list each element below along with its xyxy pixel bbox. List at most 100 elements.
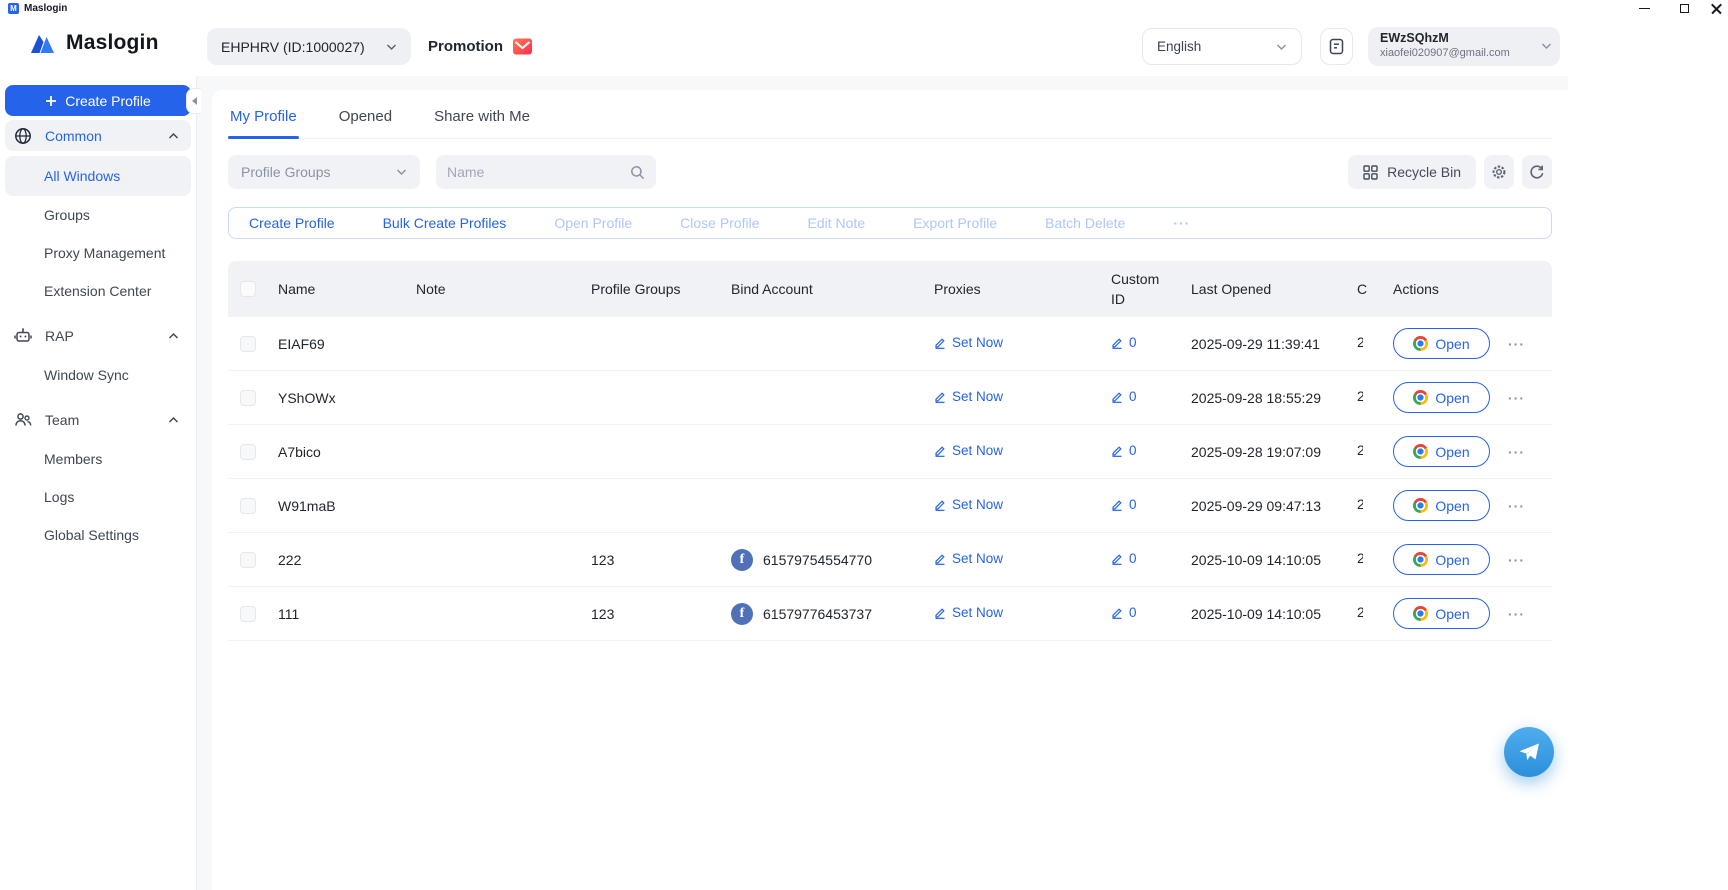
tab-opened[interactable]: Opened: [337, 104, 394, 138]
close-button[interactable]: [1704, 0, 1728, 16]
custom-id-link[interactable]: 0: [1111, 495, 1137, 515]
tab-share-with-me[interactable]: Share with Me: [432, 104, 532, 138]
chrome-icon: [1413, 552, 1428, 567]
team-icon: [14, 411, 32, 429]
row-checkbox[interactable]: [240, 498, 256, 514]
robot-icon: [14, 327, 32, 345]
open-profile-button[interactable]: Open: [1393, 490, 1490, 521]
chevron-up-icon: [168, 132, 179, 140]
desktop-background: [1568, 0, 1728, 890]
row-more-button[interactable]: ···: [1508, 444, 1525, 460]
grid-icon: [1363, 165, 1378, 180]
profile-groups-select[interactable]: Profile Groups: [228, 155, 420, 189]
custom-id-link[interactable]: 0: [1111, 333, 1137, 353]
profile-name: A7bico: [268, 444, 406, 460]
col-profile-groups: Profile Groups: [581, 281, 721, 297]
settings-button[interactable]: [1484, 155, 1514, 189]
row-more-button[interactable]: ···: [1508, 606, 1525, 622]
row-checkbox[interactable]: [240, 552, 256, 568]
set-proxy-link[interactable]: Set Now: [934, 605, 1003, 620]
profile-name: W91maB: [268, 498, 406, 514]
open-profile-button[interactable]: Open: [1393, 598, 1490, 629]
window-titlebar: M Maslogin: [0, 0, 1728, 16]
workspace-label: EHPHRV (ID:1000027): [221, 39, 365, 55]
row-checkbox[interactable]: [240, 606, 256, 622]
toolbar-edit-note[interactable]: Edit Note: [808, 215, 866, 231]
table-row: EIAF69 Set Now 0 2025-09-29 11:39:41 2 O…: [228, 317, 1552, 371]
sidebar-item-members[interactable]: Members: [5, 440, 191, 478]
notes-button[interactable]: [1320, 28, 1353, 65]
gear-icon: [1491, 164, 1507, 180]
telegram-icon: [1517, 740, 1541, 764]
recycle-bin-button[interactable]: Recycle Bin: [1348, 155, 1476, 189]
set-proxy-link[interactable]: Set Now: [934, 497, 1003, 512]
toolbar-batch-delete[interactable]: Batch Delete: [1045, 215, 1125, 231]
open-profile-button[interactable]: Open: [1393, 544, 1490, 575]
row-checkbox[interactable]: [240, 336, 256, 352]
app-taskbar-icon: M: [8, 3, 19, 14]
set-proxy-link[interactable]: Set Now: [934, 443, 1003, 458]
profile-name: YShOWx: [268, 390, 406, 406]
set-proxy-link[interactable]: Set Now: [934, 551, 1003, 566]
sidebar-item-proxy-management[interactable]: Proxy Management: [5, 234, 191, 272]
toolbar-export-profile[interactable]: Export Profile: [913, 215, 997, 231]
sidebar-section-common[interactable]: Common: [5, 120, 191, 151]
window-title: Maslogin: [24, 3, 67, 14]
search-icon[interactable]: [630, 165, 645, 180]
sidebar-item-extension-center[interactable]: Extension Center: [5, 272, 191, 310]
maximize-button[interactable]: [1664, 0, 1704, 16]
workspace-selector[interactable]: EHPHRV (ID:1000027): [207, 28, 411, 65]
pencil-icon: [934, 336, 946, 349]
created-time-clipped: 2: [1357, 604, 1363, 620]
minimize-icon: [1639, 8, 1650, 9]
sidebar-item-window-sync[interactable]: Window Sync: [5, 356, 191, 394]
sidebar-collapse-button[interactable]: [186, 88, 201, 114]
col-proxies: Proxies: [901, 281, 1085, 297]
chrome-icon: [1413, 444, 1428, 459]
custom-id-link[interactable]: 0: [1111, 603, 1137, 623]
row-more-button[interactable]: ···: [1508, 390, 1525, 406]
sidebar-section-team[interactable]: Team: [5, 404, 191, 435]
custom-id-link[interactable]: 0: [1111, 549, 1137, 569]
row-checkbox[interactable]: [240, 444, 256, 460]
last-opened: 2025-10-09 14:10:05: [1175, 606, 1357, 622]
row-more-button[interactable]: ···: [1508, 498, 1525, 514]
sidebar-item-all-windows[interactable]: All Windows: [5, 156, 191, 196]
set-proxy-link[interactable]: Set Now: [934, 335, 1003, 350]
profiles-table: Name Note Profile Groups Bind Account Pr…: [228, 261, 1552, 641]
select-all-checkbox[interactable]: [240, 281, 256, 297]
name-search-input[interactable]: [447, 164, 630, 180]
account-menu[interactable]: EWzSQhzM xiaofei020907@gmail.com: [1368, 27, 1560, 66]
last-opened: 2025-09-28 19:07:09: [1175, 444, 1357, 460]
toolbar-close-profile[interactable]: Close Profile: [680, 215, 759, 231]
chrome-icon: [1413, 498, 1428, 513]
sidebar-item-groups[interactable]: Groups: [5, 196, 191, 234]
custom-id-link[interactable]: 0: [1111, 441, 1137, 461]
set-proxy-link[interactable]: Set Now: [934, 389, 1003, 404]
refresh-button[interactable]: [1522, 155, 1552, 189]
profile-group: 123: [581, 606, 721, 622]
toolbar-create-profile[interactable]: Create Profile: [249, 215, 335, 231]
language-selector[interactable]: English: [1142, 28, 1302, 65]
sidebar-item-logs[interactable]: Logs: [5, 478, 191, 516]
row-checkbox[interactable]: [240, 390, 256, 406]
chevron-down-icon: [1276, 43, 1287, 51]
custom-id-link[interactable]: 0: [1111, 387, 1137, 407]
telegram-support-button[interactable]: [1504, 727, 1554, 777]
toolbar-open-profile[interactable]: Open Profile: [554, 215, 632, 231]
sidebar-section-rap[interactable]: RAP: [5, 320, 191, 351]
row-more-button[interactable]: ···: [1508, 336, 1525, 352]
account-name: EWzSQhzM: [1380, 31, 1538, 47]
promotion-link[interactable]: Promotion: [428, 36, 533, 57]
toolbar-more-button[interactable]: ···: [1173, 215, 1190, 231]
sidebar-item-global-settings[interactable]: Global Settings: [5, 516, 191, 554]
row-more-button[interactable]: ···: [1508, 552, 1525, 568]
tab-my-profile[interactable]: My Profile: [228, 104, 299, 138]
open-profile-button[interactable]: Open: [1393, 382, 1490, 413]
table-row: YShOWx Set Now 0 2025-09-28 18:55:29 2 O…: [228, 371, 1552, 425]
open-profile-button[interactable]: Open: [1393, 328, 1490, 359]
minimize-button[interactable]: [1624, 0, 1664, 16]
toolbar-bulk-create-profiles[interactable]: Bulk Create Profiles: [383, 215, 507, 231]
open-profile-button[interactable]: Open: [1393, 436, 1490, 467]
create-profile-button[interactable]: Create Profile: [5, 85, 191, 116]
